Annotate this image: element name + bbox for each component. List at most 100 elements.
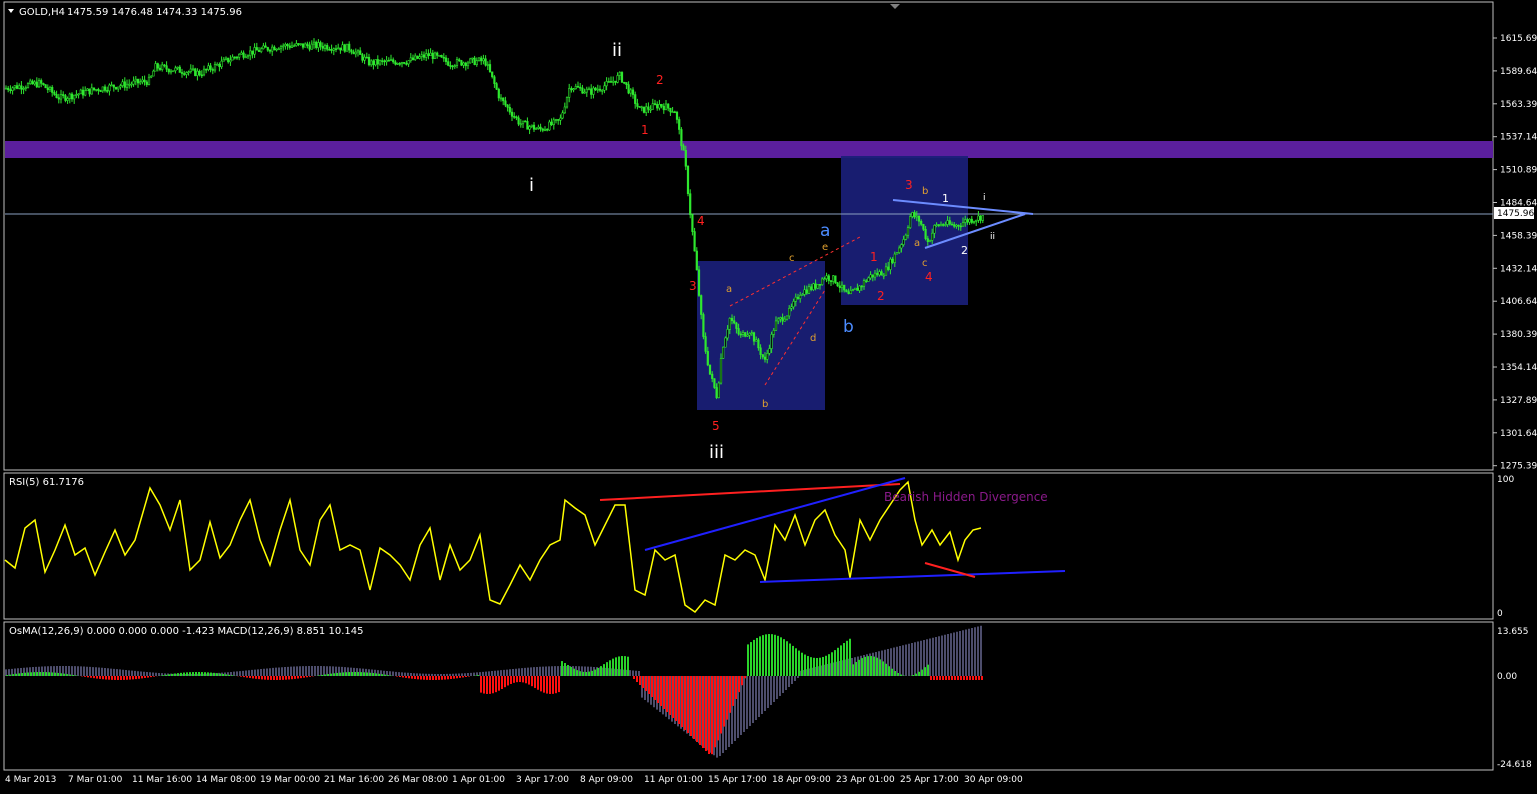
- candle-body: [700, 295, 703, 315]
- candle-body: [189, 68, 192, 72]
- candle-body: [689, 193, 692, 215]
- candle-body: [238, 53, 241, 58]
- candle-body: [752, 332, 756, 342]
- candle-body: [563, 106, 566, 114]
- candle-body: [759, 347, 762, 355]
- candle-body: [924, 228, 927, 239]
- time-tick-label: 18 Apr 09:00: [772, 775, 831, 785]
- time-tick-label: 26 Mar 08:00: [388, 775, 448, 785]
- wave-label-b-blue: b: [843, 317, 854, 337]
- candle-body: [845, 289, 848, 293]
- candle-body: [917, 215, 921, 222]
- candle-body: [561, 112, 564, 119]
- candle-body: [708, 364, 712, 375]
- candle-body: [909, 216, 912, 229]
- candle-body: [396, 63, 399, 65]
- time-tick-label: 11 Apr 01:00: [644, 775, 703, 785]
- candle-body: [383, 60, 386, 63]
- candle-body: [620, 72, 624, 83]
- candle-body: [147, 76, 151, 85]
- candle-body: [801, 294, 804, 296]
- candle-body: [418, 56, 421, 59]
- candle-body: [697, 269, 701, 296]
- candle-body: [827, 275, 830, 281]
- candle-body: [493, 76, 496, 84]
- wave-label-3-b: 3: [905, 178, 913, 192]
- candle-body: [220, 60, 223, 68]
- candle-body: [570, 88, 573, 91]
- candle-body: [304, 43, 307, 48]
- candle-body: [284, 44, 287, 47]
- candle-body: [295, 43, 298, 46]
- candle-body: [823, 278, 826, 281]
- candle-body: [436, 52, 439, 56]
- wave-label-2-b: 2: [877, 289, 885, 303]
- candle-body: [464, 62, 467, 67]
- candle-body: [656, 103, 659, 109]
- candle-body: [231, 56, 234, 61]
- candle-body: [763, 356, 767, 360]
- tri-label-2: 2: [961, 244, 968, 257]
- candle-body: [387, 59, 390, 62]
- candle-body: [757, 339, 760, 349]
- candle-body: [308, 45, 311, 50]
- wave-label-a-orange: a: [726, 284, 732, 295]
- candle-body: [592, 87, 595, 95]
- candle-body: [440, 55, 443, 58]
- wave-label-d-orange: d: [810, 333, 816, 344]
- candle-body: [968, 218, 971, 223]
- candle-body: [856, 287, 859, 291]
- candle-body: [862, 280, 866, 287]
- shift-marker-icon[interactable]: [890, 4, 900, 9]
- candle-body: [504, 100, 507, 106]
- candle-body: [449, 65, 452, 67]
- chart-canvas[interactable]: ii i iii 2 1 4 3 5 a b a b c d e 1 2 3 4…: [0, 0, 1537, 790]
- candle-body: [145, 81, 148, 85]
- candle-body: [31, 80, 34, 85]
- candle-body: [572, 88, 575, 91]
- candle-body: [158, 67, 162, 70]
- dropdown-arrow-icon[interactable]: [8, 9, 14, 13]
- candle-body: [546, 128, 549, 131]
- candle-body: [44, 84, 47, 89]
- candle-body: [101, 86, 104, 92]
- wave-label-2: 2: [656, 73, 664, 87]
- candle-body: [528, 126, 531, 130]
- candle-body: [246, 55, 250, 58]
- candle-body: [541, 128, 544, 131]
- candle-body: [671, 111, 674, 114]
- candle-body: [103, 86, 107, 91]
- candle-body: [724, 337, 727, 348]
- candle-body: [92, 87, 96, 91]
- candle-body: [972, 221, 976, 223]
- candle-body: [627, 84, 630, 94]
- candle-body: [931, 232, 934, 241]
- candle-body: [268, 49, 272, 52]
- candle-body: [451, 65, 454, 68]
- candle-body: [583, 91, 586, 94]
- candle-body: [119, 85, 122, 88]
- candle-body: [108, 84, 111, 92]
- candle-body: [183, 73, 186, 75]
- candle-body: [315, 41, 318, 48]
- candle-body: [796, 296, 800, 299]
- current-price-label: 1475.96: [1497, 209, 1534, 219]
- candle-body: [744, 332, 747, 337]
- candle-body: [330, 49, 333, 51]
- candle-body: [262, 45, 265, 50]
- candle-body: [869, 274, 872, 279]
- candle-body: [400, 62, 404, 65]
- candle-body: [130, 83, 133, 86]
- candle-body: [871, 274, 874, 278]
- candle-body: [477, 57, 481, 61]
- candle-body: [488, 64, 492, 73]
- candle-body: [975, 219, 978, 222]
- candle-body: [497, 88, 500, 99]
- price-tick-label: 1275.39: [1500, 462, 1537, 472]
- candle-body: [625, 82, 628, 85]
- candle-body: [684, 149, 687, 167]
- candle-body: [513, 116, 516, 118]
- candle-body: [486, 64, 489, 66]
- candle-body: [447, 61, 450, 66]
- candle-body: [433, 52, 437, 59]
